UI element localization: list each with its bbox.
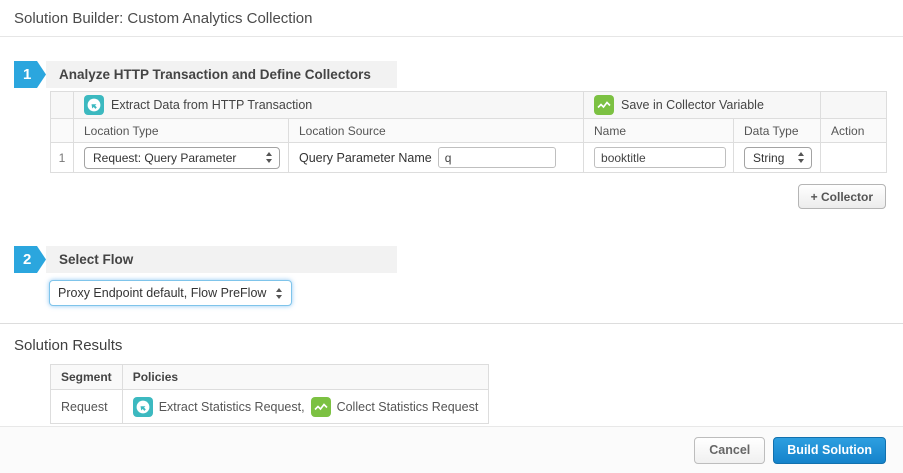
collect-icon — [311, 397, 331, 417]
footer-bar: Cancel Build Solution — [0, 426, 903, 473]
group-header-spacer — [51, 92, 74, 119]
results-row: Request Extract Statistics Request, Coll… — [51, 390, 489, 424]
location-type-select[interactable]: Request: Query Parameter — [84, 147, 280, 169]
flow-select-value: Proxy Endpoint default, Flow PreFlow — [58, 286, 266, 300]
solution-builder-page: Solution Builder: Custom Analytics Colle… — [0, 0, 903, 473]
data-type-select[interactable]: String — [744, 147, 812, 169]
collect-icon — [594, 95, 614, 115]
results-col-policies: Policies — [122, 365, 489, 390]
collector-name-input[interactable] — [594, 147, 726, 168]
page-header: Solution Builder: Custom Analytics Colle… — [0, 0, 903, 37]
select-arrows-icon — [797, 152, 805, 163]
policy-extract-label: Extract Statistics Request, — [159, 400, 305, 414]
location-source-label: Query Parameter Name — [299, 151, 432, 165]
select-arrows-icon — [265, 152, 273, 163]
group-header-collect: Save in Collector Variable — [584, 92, 821, 119]
collector-row: 1 Request: Query Parameter Query Paramet… — [51, 143, 887, 173]
section-divider — [0, 323, 903, 324]
col-header-action: Action — [821, 119, 887, 143]
step-1-badge: 1 — [14, 61, 46, 88]
step-2-badge: 2 — [14, 246, 46, 273]
collector-table: Extract Data from HTTP Transaction Save … — [50, 91, 887, 173]
step-2-title: Select Flow — [46, 246, 397, 273]
location-type-value: Request: Query Parameter — [93, 151, 236, 165]
location-source-input[interactable] — [438, 147, 556, 168]
results-title: Solution Results — [14, 337, 903, 354]
cancel-button[interactable]: Cancel — [694, 437, 765, 464]
group-header-action-spacer — [821, 92, 887, 119]
group-header-extract-label: Extract Data from HTTP Transaction — [111, 98, 312, 112]
extract-icon — [84, 95, 104, 115]
flow-select[interactable]: Proxy Endpoint default, Flow PreFlow — [49, 280, 292, 306]
results-table: Segment Policies Request Extract Statist… — [50, 364, 489, 424]
collector-group-header-row: Extract Data from HTTP Transaction Save … — [51, 92, 887, 119]
policy-collect-label: Collect Statistics Request — [337, 400, 479, 414]
build-solution-button[interactable]: Build Solution — [773, 437, 886, 464]
group-header-collect-label: Save in Collector Variable — [621, 98, 764, 112]
col-header-name: Name — [584, 119, 734, 143]
col-header-location-source: Location Source — [289, 119, 584, 143]
row-number: 1 — [51, 143, 74, 173]
results-col-segment: Segment — [51, 365, 123, 390]
col-header-data-type: Data Type — [734, 119, 821, 143]
step-2-header: 2 Select Flow — [14, 246, 903, 273]
col-header-location-type: Location Type — [74, 119, 289, 143]
action-cell — [821, 143, 887, 173]
extract-icon — [133, 397, 153, 417]
select-arrows-icon — [275, 288, 283, 299]
data-type-value: String — [753, 151, 784, 165]
group-header-extract: Extract Data from HTTP Transaction — [74, 92, 584, 119]
results-header-row: Segment Policies — [51, 365, 489, 390]
add-collector-button[interactable]: + Collector — [798, 184, 886, 209]
step-1-header: 1 Analyze HTTP Transaction and Define Co… — [14, 61, 903, 88]
step-1-title: Analyze HTTP Transaction and Define Coll… — [46, 61, 397, 88]
collector-column-header-row: Location Type Location Source Name Data … — [51, 119, 887, 143]
col-header-index — [51, 119, 74, 143]
results-segment: Request — [51, 390, 123, 424]
page-title: Solution Builder: Custom Analytics Colle… — [14, 10, 889, 27]
